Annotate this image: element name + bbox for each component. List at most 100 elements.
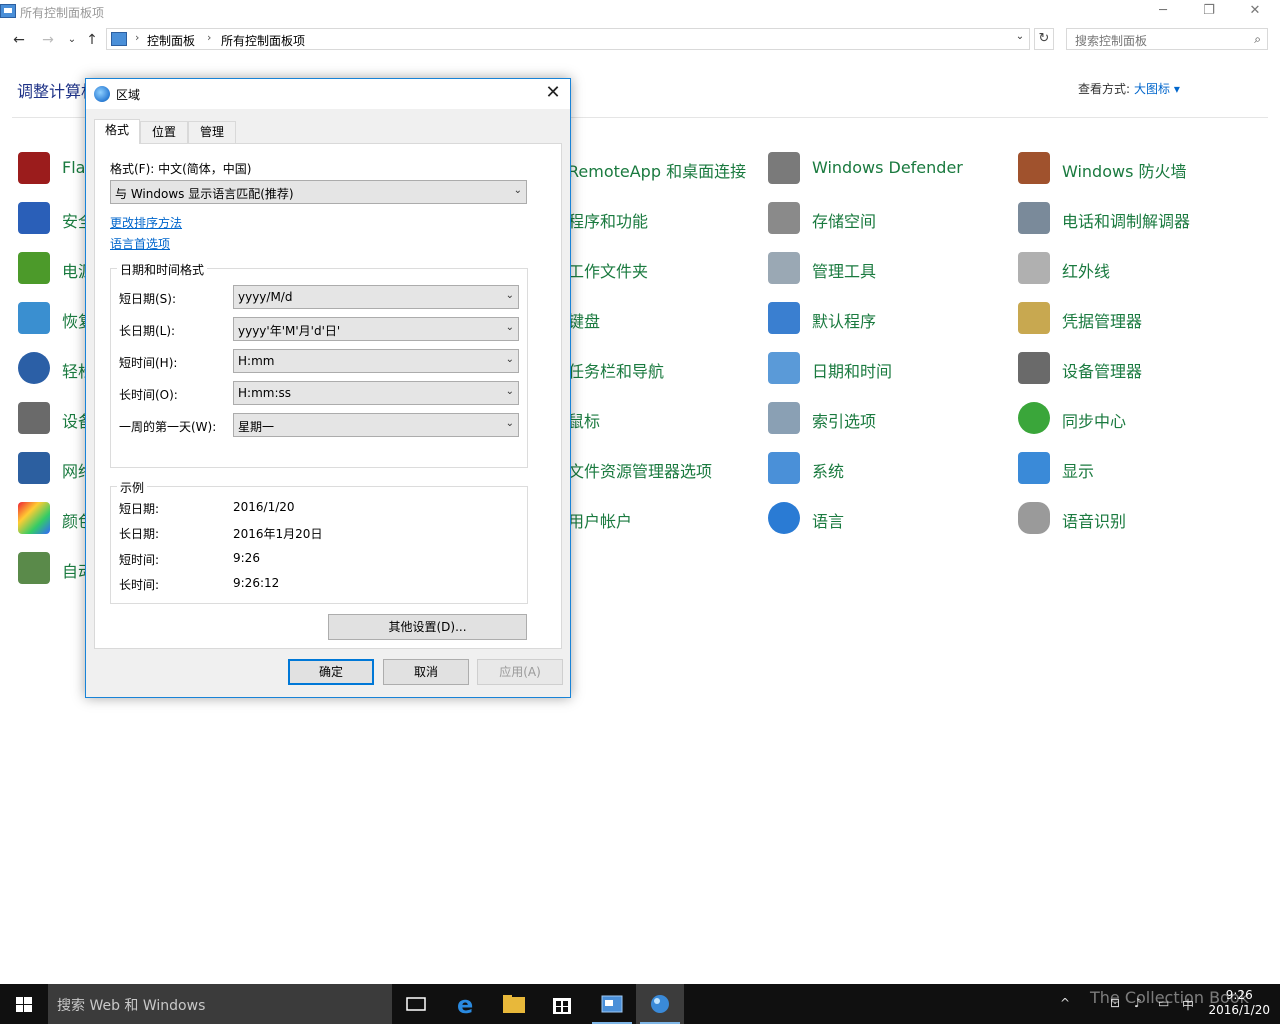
example-long-time-label: 长时间: <box>119 578 160 592</box>
short-date-label: 短日期(S): <box>119 292 177 306</box>
tray-overflow-icon[interactable]: ^ <box>1060 996 1070 1010</box>
store-button[interactable] <box>538 984 586 1024</box>
short-date-value: yyyy/M/d <box>238 290 293 304</box>
short-time-label: 短时间(H): <box>119 356 178 370</box>
sync-icon <box>1018 402 1050 434</box>
long-date-value: yyyy'年'M'月'd'日' <box>238 324 341 338</box>
cp-item-label: 键盘 <box>568 312 601 331</box>
close-button[interactable]: ✕ <box>1232 0 1278 24</box>
region-taskbar-button[interactable] <box>636 984 684 1024</box>
cp-item-label: 语音识别 <box>1062 512 1127 531</box>
example-short-time-value: 9:26 <box>233 551 260 565</box>
restore-button[interactable]: ❐ <box>1186 0 1232 24</box>
address-dropdown-button[interactable]: ⌄ <box>1013 31 1027 42</box>
store-icon <box>553 998 571 1014</box>
color-management-icon <box>18 502 50 534</box>
cp-item-label: 管理工具 <box>812 262 877 281</box>
chevron-down-icon: ⌄ <box>505 290 514 301</box>
globe-icon <box>651 995 669 1013</box>
cp-item-label: Fla <box>62 158 86 177</box>
tab-administrative[interactable]: 管理 <box>188 121 236 143</box>
region-dialog: 区域 ✕ 格式 位置 管理 格式(F): 中文(简体，中国) 与 Windows… <box>85 78 571 698</box>
taskbar: 搜索 Web 和 Windows e ^ ⊡ ♪ ▭ 中 9:26 2016/1… <box>0 984 1280 1024</box>
example-short-date-value: 2016/1/20 <box>233 500 295 514</box>
long-time-select[interactable]: H:mm:ss ⌄ <box>233 381 519 405</box>
microphone-icon <box>1018 502 1050 534</box>
flag-icon <box>18 202 50 234</box>
phone-icon <box>1018 202 1050 234</box>
dialog-close-button[interactable]: ✕ <box>536 79 570 109</box>
forward-button[interactable]: → <box>38 30 58 50</box>
task-view-button[interactable] <box>392 984 440 1024</box>
change-sort-link[interactable]: 更改排序方法 <box>110 214 182 231</box>
control-panel-icon <box>601 995 623 1013</box>
cp-item-label: Windows Defender <box>812 158 963 177</box>
tab-location[interactable]: 位置 <box>140 121 188 143</box>
short-date-select[interactable]: yyyy/M/d ⌄ <box>233 285 519 309</box>
folder-icon <box>503 995 525 1013</box>
control-panel-icon <box>111 32 127 46</box>
control-panel-taskbar-button[interactable] <box>588 984 636 1024</box>
cancel-button[interactable]: 取消 <box>383 659 469 685</box>
breadcrumb-separator[interactable]: › <box>207 31 211 44</box>
chevron-down-icon: ⌄ <box>513 185 522 196</box>
control-panel-icon <box>0 4 16 18</box>
datetime-group-title: 日期和时间格式 <box>117 261 208 278</box>
apply-button[interactable]: 应用(A) <box>477 659 563 685</box>
language-preferences-link[interactable]: 语言首选项 <box>110 235 170 252</box>
storage-icon <box>768 202 800 234</box>
breadcrumb-control-panel[interactable]: 控制面板 <box>147 32 195 49</box>
cp-item-label: 默认程序 <box>812 312 877 331</box>
minimize-button[interactable]: ─ <box>1140 0 1186 24</box>
format-select-value: 与 Windows 显示语言匹配(推荐) <box>115 187 294 201</box>
edge-button[interactable]: e <box>442 984 490 1024</box>
cp-item-label: 用户帐户 <box>568 512 633 531</box>
example-group-title: 示例 <box>117 479 148 496</box>
window-title: 所有控制面板项 <box>20 6 105 20</box>
tab-format[interactable]: 格式 <box>94 119 140 144</box>
cp-item-label: 语言 <box>812 512 845 531</box>
cp-item-label: RemoteApp 和桌面连接 <box>568 162 747 181</box>
search-input[interactable]: 搜索控制面板 ⌕ <box>1066 28 1268 50</box>
cp-item-label: 鼠标 <box>568 412 601 431</box>
first-day-select[interactable]: 星期一 ⌄ <box>233 413 519 437</box>
long-date-select[interactable]: yyyy'年'M'月'd'日' ⌄ <box>233 317 519 341</box>
search-icon[interactable]: ⌕ <box>1254 32 1261 47</box>
cp-item-label: 显示 <box>1062 462 1095 481</box>
windows-logo-icon <box>16 997 32 1012</box>
dialog-titlebar: 区域 ✕ <box>86 79 570 109</box>
datetime-format-group: 日期和时间格式 短日期(S): yyyy/M/d ⌄ 长日期(L): yyyy'… <box>110 261 528 468</box>
watermark-text: The Collection Book <box>1090 988 1249 1007</box>
file-explorer-button[interactable] <box>490 984 538 1024</box>
other-settings-button[interactable]: 其他设置(D)... <box>328 614 527 640</box>
up-button[interactable]: ↑ <box>82 30 102 50</box>
device-manager-icon <box>1018 352 1050 384</box>
address-bar[interactable]: › 控制面板 › 所有控制面板项 ⌄ <box>106 28 1030 50</box>
search-placeholder: 搜索控制面板 <box>1075 34 1148 48</box>
taskbar-search-input[interactable]: 搜索 Web 和 Windows <box>48 984 392 1024</box>
vault-icon <box>1018 302 1050 334</box>
dialog-title: 区域 <box>116 88 141 102</box>
start-button[interactable] <box>0 984 48 1024</box>
breadcrumb-separator[interactable]: › <box>135 31 139 44</box>
cp-item-label: 设备管理器 <box>1062 362 1143 381</box>
cp-item-label: Windows 防火墙 <box>1062 162 1187 181</box>
first-day-value: 星期一 <box>238 420 275 434</box>
view-by: 查看方式: 大图标 ▾ <box>1078 80 1180 97</box>
ok-button[interactable]: 确定 <box>288 659 374 685</box>
format-select[interactable]: 与 Windows 显示语言匹配(推荐) ⌄ <box>110 180 527 204</box>
edge-icon: e <box>457 991 473 1019</box>
short-time-select[interactable]: H:mm ⌄ <box>233 349 519 373</box>
chevron-down-icon: ⌄ <box>505 354 514 365</box>
cp-item-label: 凭据管理器 <box>1062 312 1143 331</box>
ease-of-access-icon <box>18 352 50 384</box>
example-long-date-value: 2016年1月20日 <box>233 527 323 541</box>
refresh-button[interactable]: ↻ <box>1034 28 1054 50</box>
taskbar-search-placeholder: 搜索 Web 和 Windows <box>57 998 206 1014</box>
recent-locations-button[interactable]: ⌄ <box>62 30 82 50</box>
cp-item-label: 工作文件夹 <box>568 262 649 281</box>
back-button[interactable]: ← <box>9 30 29 50</box>
cp-item-label: 存储空间 <box>812 212 877 231</box>
view-by-dropdown[interactable]: 大图标 ▾ <box>1134 82 1180 96</box>
breadcrumb-all-items[interactable]: 所有控制面板项 <box>221 32 305 49</box>
